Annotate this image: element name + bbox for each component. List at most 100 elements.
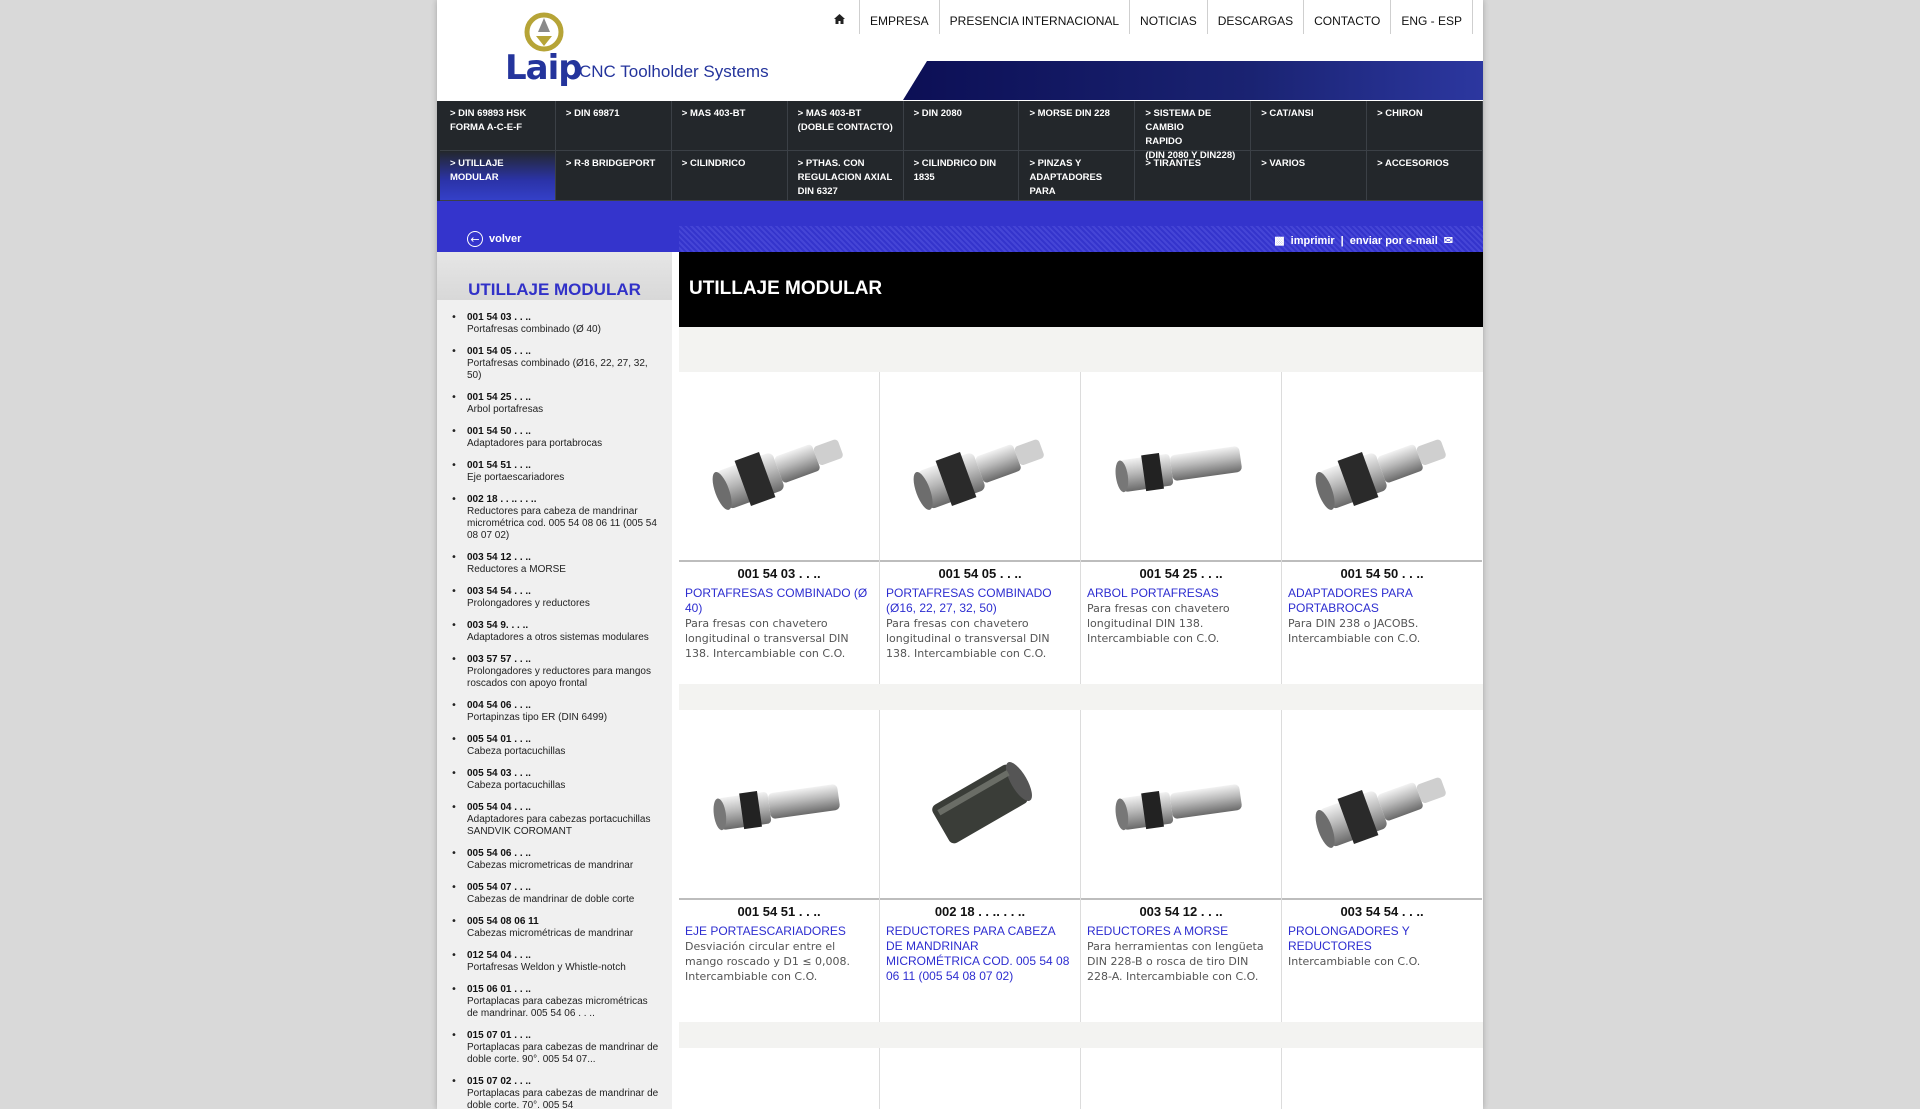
email-link[interactable]: enviar por e-mail [1350, 235, 1438, 247]
product-name-link[interactable]: ADAPTADORES PARA PORTABROCAS [1288, 586, 1476, 616]
sidebar-item[interactable]: 005 54 07 . . ..Cabezas de mandrinar de … [451, 882, 661, 906]
product-card[interactable] [880, 1048, 1081, 1109]
sidebar-item-desc: Arbol portafresas [467, 404, 544, 415]
print-icon: ▩ [1274, 235, 1285, 247]
product-name-link[interactable]: PORTAFRESAS COMBINADO (Ø 40) [685, 586, 873, 616]
print-link[interactable]: imprimir [1291, 235, 1335, 247]
sidebar-item[interactable]: 001 54 05 . . ..Portafresas combinado (Ø… [451, 346, 661, 382]
product-name-link[interactable]: REDUCTORES A MORSE [1087, 924, 1275, 939]
menu-item[interactable]: > CAT/ANSI [1251, 101, 1368, 151]
top-navigation: EMPRESA PRESENCIA INTERNACIONAL NOTICIAS… [824, 0, 1473, 34]
product-name-link[interactable]: REDUCTORES PARA CABEZA DE MANDRINAR MICR… [886, 924, 1074, 984]
product-text: PORTAFRESAS COMBINADO (Ø 40) Para fresas … [685, 586, 873, 661]
sidebar-item[interactable]: 001 54 25 . . ..Arbol portafresas [451, 392, 661, 416]
nav-contacto[interactable]: CONTACTO [1303, 0, 1390, 34]
sidebar-item[interactable]: 001 54 03 . . ..Portafresas combinado (Ø… [451, 312, 661, 336]
product-card[interactable]: 003 54 54 . . .. PROLONGADORES Y REDUCTOR… [1282, 710, 1483, 1022]
sidebar-item[interactable]: 003 54 9. . . ..Adaptadores a otros sist… [451, 620, 661, 644]
sidebar-item[interactable]: 001 54 50 . . ..Adaptadores para portabr… [451, 426, 661, 450]
menu-item[interactable]: > SISTEMA DE CAMBIO RAPIDO (DIN 2080 y D… [1135, 101, 1252, 161]
sidebar-item[interactable]: 002 18 . . .. . . ..Reductores para cabe… [451, 494, 661, 542]
product-name-link[interactable]: ARBOL PORTAFRESAS [1087, 586, 1275, 601]
menu-item[interactable]: > CILINDRICO DIN 1835 [903, 151, 1020, 201]
sidebar-item[interactable]: 015 07 02 . . ..Portaplacas para cabezas… [451, 1076, 661, 1109]
sidebar-item-code: 001 54 50 . . .. [467, 426, 531, 437]
product-name-link[interactable]: EJE PORTAESCARIADORES [685, 924, 873, 939]
main-content: UTILLAJE MODULAR 001 54 03 . . .. PORTAFR… [679, 252, 1483, 1109]
menu-item[interactable]: > MAS 403-BT (Doble Contacto) [787, 101, 904, 151]
sidebar-item[interactable]: 005 54 03 . . ..Cabeza portacuchillas [451, 768, 661, 792]
sidebar-item[interactable]: 012 54 04 . . ..Portafresas Weldon y Whi… [451, 950, 661, 974]
product-card[interactable]: 001 54 50 . . .. ADAPTADORES PARA PORTABR… [1282, 372, 1483, 684]
menu-item[interactable]: > DIN 2080 [903, 101, 1020, 151]
product-card[interactable]: 003 54 12 . . .. REDUCTORES A MORSE Para h… [1081, 710, 1282, 1022]
home-link[interactable] [824, 0, 859, 34]
product-image[interactable] [679, 372, 879, 560]
sidebar-item-code: 005 54 06 . . .. [467, 848, 531, 859]
product-row: 001 54 51 . . .. EJE PORTAESCARIADORES Des… [679, 710, 1483, 1022]
sidebar-item[interactable]: 005 54 06 . . ..Cabezas micrometricas de… [451, 848, 661, 872]
product-card[interactable]: 001 54 05 . . .. PORTAFRESAS COMBINADO (Ø… [880, 372, 1081, 684]
product-name-link[interactable]: PROLONGADORES Y REDUCTORES [1288, 924, 1476, 954]
sidebar-item[interactable]: 003 54 12 . . ..Reductores a MORSE [451, 552, 661, 576]
product-card[interactable] [1081, 1048, 1282, 1109]
laip-logo[interactable]: Laip CNC Toolholder Systems [471, 12, 771, 90]
sidebar-item[interactable]: 015 07 01 . . ..Portaplacas para cabezas… [451, 1030, 661, 1066]
sidebar-item-code: 003 57 57 . . .. [467, 654, 531, 665]
product-name-link[interactable]: PORTAFRESAS COMBINADO (Ø16, 22, 27, 32, … [886, 586, 1074, 616]
menu-item[interactable]: > DIN 69871 [555, 101, 672, 151]
product-text: REDUCTORES A MORSE Para herramientas con … [1087, 924, 1275, 984]
product-code: 001 54 05 . . .. [938, 566, 1022, 581]
product-card[interactable]: 001 54 25 . . .. ARBOL PORTAFRESAS Para fr… [1081, 372, 1282, 684]
product-image[interactable] [1081, 710, 1281, 898]
menu-item[interactable]: > R-8 BRIDGEPORT [555, 151, 672, 201]
sidebar: UTILLAJE MODULAR 001 54 03 . . ..Portafr… [437, 252, 672, 1109]
product-image[interactable] [1282, 710, 1482, 898]
back-button[interactable]: ← volver [467, 231, 521, 247]
product-image[interactable] [880, 710, 1080, 898]
nav-noticias[interactable]: NOTICIAS [1129, 0, 1207, 34]
sidebar-item-desc: Reductores a MORSE [467, 564, 566, 575]
nav-descargas[interactable]: DESCARGAS [1206, 0, 1303, 34]
menu-item[interactable]: > ACCESORIOS [1367, 151, 1483, 201]
back-label: volver [489, 233, 522, 245]
product-card[interactable]: 001 54 03 . . .. PORTAFRESAS COMBINADO (Ø… [679, 372, 880, 684]
sidebar-item-code: 003 54 12 . . .. [467, 552, 531, 563]
nav-presencia-internacional[interactable]: PRESENCIA INTERNACIONAL [938, 0, 1129, 34]
sidebar-item[interactable]: 005 54 04 . . ..Adaptadores para cabezas… [451, 802, 661, 838]
product-image[interactable] [1282, 372, 1482, 560]
sidebar-item[interactable]: 001 54 51 . . ..Eje portaescariadores [451, 460, 661, 484]
brand-name: Laip [505, 48, 583, 88]
menu-item[interactable]: > CILINDRICO [671, 151, 788, 201]
sidebar-item[interactable]: 003 57 57 . . ..Prolongadores y reductor… [451, 654, 661, 690]
product-card[interactable]: 002 18 . . .. . . .. REDUCTORES PARA CABE… [880, 710, 1081, 1022]
product-card[interactable] [679, 1048, 880, 1109]
menu-item[interactable]: > PTHAS. CON REGULACION AXIAL DIN 6327 [787, 151, 904, 201]
product-image[interactable] [1081, 372, 1281, 560]
menu-item[interactable]: > CHIRON [1367, 101, 1483, 151]
product-image[interactable] [679, 710, 879, 898]
link-separator: | [1340, 234, 1344, 247]
menu-item[interactable]: > PINZAS Y ADAPTADORES PARA PORTAMACHOS [1019, 151, 1136, 211]
sidebar-item-code: 004 54 06 . . .. [467, 700, 531, 711]
sidebar-item[interactable]: 004 54 06 . . ..Portapinzas tipo ER (DIN… [451, 700, 661, 724]
sidebar-item[interactable]: 003 54 54 . . ..Prolongadores y reductor… [451, 586, 661, 610]
nav-empresa[interactable]: EMPRESA [858, 0, 939, 34]
product-image[interactable] [880, 372, 1080, 560]
sidebar-item[interactable]: 005 54 08 06 11Cabezas micrométricas de … [451, 916, 661, 940]
menu-item[interactable]: > VARIOS [1251, 151, 1368, 201]
language-switch[interactable]: ENG - ESP [1390, 0, 1473, 34]
product-card[interactable] [1282, 1048, 1483, 1109]
menu-item[interactable]: > UTILLAJE MODULAR [440, 151, 556, 201]
menu-item[interactable]: > MORSE DIN 228 [1019, 101, 1136, 151]
product-code: 001 54 25 . . .. [1139, 566, 1223, 581]
sidebar-item-desc: Reductores para cabeza de mandrinar micr… [467, 506, 657, 541]
menu-item[interactable]: > DIN 69893 HSK FORMA A-C-E-F [440, 101, 556, 151]
menu-item[interactable]: > MAS 403-BT [671, 101, 788, 151]
menu-item[interactable]: > TIRANTES [1135, 151, 1252, 201]
sidebar-item-desc: Cabeza portacuchillas [467, 780, 566, 791]
product-code: 002 18 . . .. . . .. [934, 904, 1026, 919]
sidebar-item[interactable]: 015 06 01 . . ..Portaplacas para cabezas… [451, 984, 661, 1020]
product-card[interactable]: 001 54 51 . . .. EJE PORTAESCARIADORES Des… [679, 710, 880, 1022]
sidebar-item[interactable]: 005 54 01 . . ..Cabeza portacuchillas [451, 734, 661, 758]
